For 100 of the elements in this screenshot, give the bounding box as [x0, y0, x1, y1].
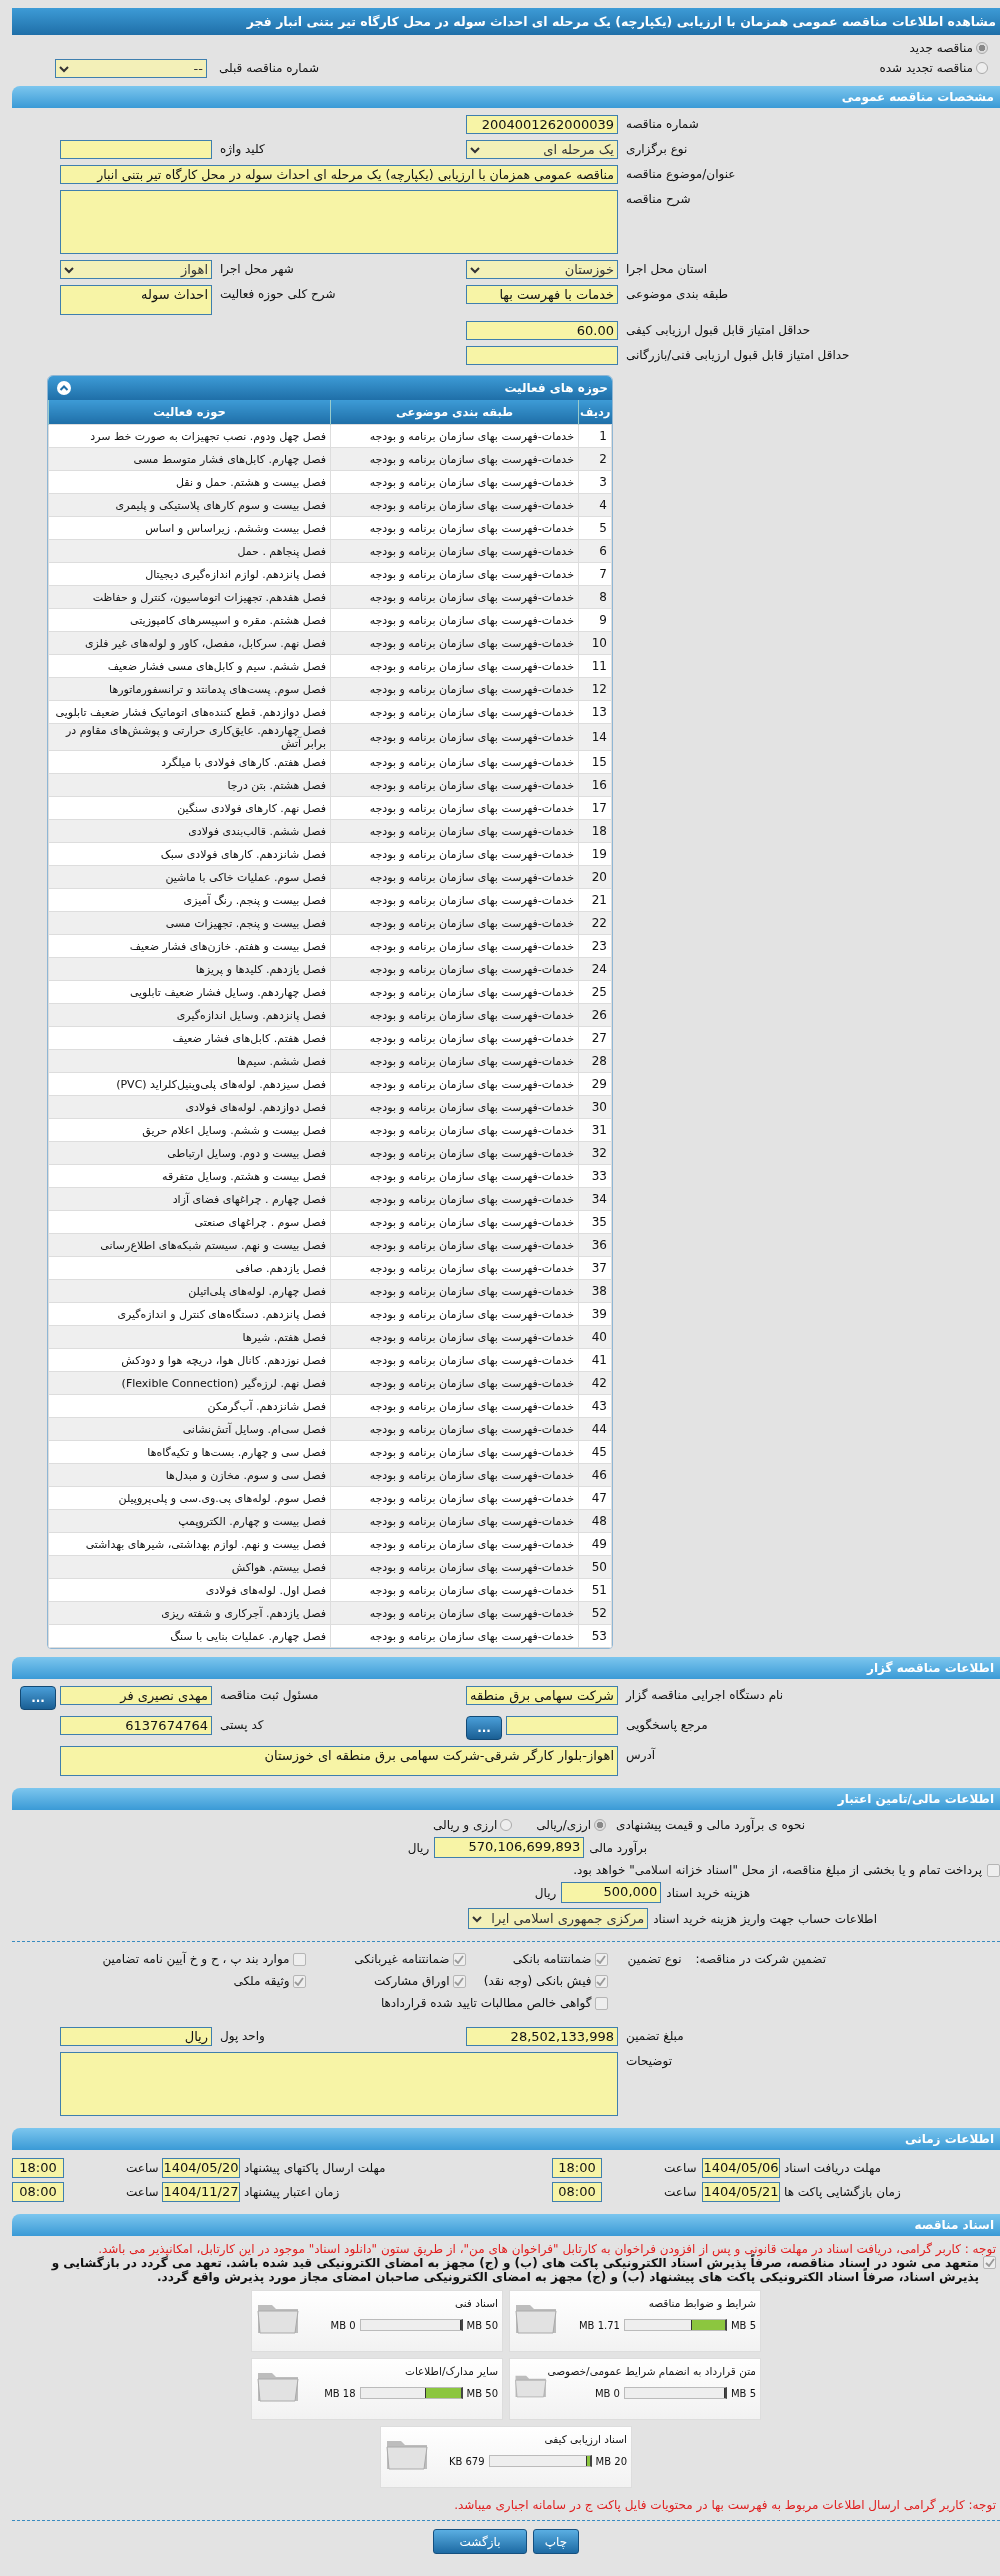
table-cell: 16 [578, 773, 612, 797]
table-cell: فصل چهل ودوم. نصب تجهیزات به صورت خط سرد [48, 424, 331, 448]
text-field[interactable]: 500,000 [561, 1882, 662, 1903]
checkbox[interactable] [983, 2256, 996, 2269]
checkbox[interactable] [987, 1863, 1000, 1877]
select-field[interactable]: مرکزی جمهوری اسلامی ایرا [468, 1908, 649, 1929]
table-cell: 12 [578, 677, 612, 701]
table-cell: 43 [578, 1394, 612, 1418]
radio-button[interactable] [976, 62, 988, 74]
text-area[interactable] [60, 190, 618, 254]
more-button[interactable]: ... [466, 1716, 502, 1740]
table-cell: 38 [578, 1279, 612, 1303]
text-field[interactable]: مهدی نصیری فر [60, 1686, 212, 1705]
checkbox-label: ضمانتنامه بانکی [512, 1952, 592, 1966]
table-cell: 13 [578, 700, 612, 724]
size-used: 1.71 MB [579, 2319, 620, 2331]
field-label: مسئول ثبت مناقصه [219, 1687, 320, 1704]
date-field[interactable]: 1404/05/06 [702, 2158, 780, 2178]
table-cell: خدمات-فهرست بهای سازمان برنامه و بودجه [330, 865, 579, 889]
table-cell: 33 [578, 1164, 612, 1188]
table-cell: فصل بیست و هشتم. وسایل متفرقه [48, 1164, 331, 1188]
text-area[interactable] [60, 2052, 618, 2116]
table-cell: 39 [578, 1302, 612, 1326]
text-field[interactable]: خدمات با فهرست بها [466, 285, 618, 304]
table-cell: فصل سوم . چراغهای صنعتی [48, 1210, 331, 1234]
text-field[interactable]: 6137674764 [60, 1716, 212, 1735]
table-cell: فصل اول. لوله‌های فولادی [48, 1578, 331, 1602]
select-field[interactable]: -- [55, 59, 207, 78]
select-field[interactable]: یک مرحله ای [466, 140, 618, 159]
table-cell: 53 [578, 1624, 612, 1648]
table-cell: فصل بیست و نهم. لوازم بهداشتی، شیرهای بهداشتی [48, 1532, 331, 1556]
radio-button[interactable] [500, 1819, 513, 1831]
field-label: ساعت [663, 2159, 698, 2177]
table-cell: خدمات-فهرست بهای سازمان برنامه و بودجه [330, 562, 579, 586]
text-field[interactable]: 570,106,699,893 [434, 1837, 585, 1858]
date-field[interactable]: 1404/05/20 [162, 2158, 240, 2178]
time-field[interactable]: 18:00 [12, 2158, 64, 2178]
radio-button[interactable] [976, 42, 988, 54]
text-field[interactable]: مناقصه عمومی همزمان با ارزیابی (یکپارچه) یک مرحله ای احداث سوله در محل کارگاه تیر بتنی انبار [60, 165, 618, 184]
time-field[interactable]: 08:00 [12, 2182, 64, 2202]
table-cell: فصل چهارم. عملیات بنایی با سنگ [48, 1624, 331, 1648]
select-field[interactable]: خوزستان [466, 260, 618, 279]
table-cell: 40 [578, 1325, 612, 1349]
text-field[interactable] [60, 140, 212, 159]
select-field[interactable]: اهواز [60, 260, 212, 279]
table-cell: خدمات-فهرست بهای سازمان برنامه و بودجه [330, 1555, 579, 1579]
table-cell: خدمات-فهرست بهای سازمان برنامه و بودجه [330, 1463, 579, 1487]
table-cell: خدمات-فهرست بهای سازمان برنامه و بودجه [330, 1348, 579, 1372]
checkbox[interactable] [594, 1974, 608, 1988]
table-cell: فصل پانزدهم. لوازم اندازه‌گیری دیجیتال [48, 562, 331, 586]
size-used: 18 MB [324, 2387, 356, 2399]
field-label: شهر محل اجرا [219, 261, 295, 279]
table-cell: خدمات-فهرست بهای سازمان برنامه و بودجه [330, 1394, 579, 1418]
checkbox[interactable] [594, 1952, 608, 1966]
checkbox[interactable] [292, 1952, 306, 1966]
table-cell: 37 [578, 1256, 612, 1280]
table-cell: خدمات-فهرست بهای سازمان برنامه و بودجه [330, 1233, 579, 1257]
text-field[interactable]: 60.00 [466, 321, 618, 340]
text-field[interactable] [506, 1716, 618, 1735]
text-area[interactable]: اهواز-بلوار کارگر شرقی-شرکت سهامی برق منطقه ای خوزستان [60, 1746, 618, 1776]
table-cell: 14 [578, 723, 612, 751]
time-field[interactable]: 08:00 [552, 2182, 602, 2202]
text-field[interactable] [466, 346, 618, 365]
table-cell: فصل چهارم. کابل‌های فشار متوسط مسی [48, 447, 331, 471]
checkbox[interactable] [594, 1996, 608, 2010]
radio-button[interactable] [594, 1819, 607, 1831]
table-cell: فصل پانزدهم. دستگاه‌های کنترل و اندازه‌گیری [48, 1302, 331, 1326]
text-field[interactable]: 28,502,133,998 [466, 2027, 618, 2046]
table-cell: 48 [578, 1509, 612, 1533]
table-cell: 42 [578, 1371, 612, 1395]
table-cell: فصل نوزدهم. کانال هوا، دریچه هوا و دودکش [48, 1348, 331, 1372]
date-field[interactable]: 1404/05/21 [702, 2182, 780, 2202]
table-cell: 3 [578, 470, 612, 494]
field-label: نوع برگزاری [625, 141, 689, 159]
table-cell: 19 [578, 842, 612, 866]
text-field[interactable]: 2004001262000039 [466, 115, 618, 134]
field-label: شرح کلی حوزه فعالیت [219, 286, 337, 303]
notice-text: توجه: کاربر گرامی ارسال اطلاعات مربوط به فهرست بها در محتویات فایل پاکت ج در سامانه اجباری میباشد. [453, 2497, 997, 2512]
text-field[interactable]: شرکت سهامی برق منطقه [466, 1686, 618, 1705]
more-button[interactable]: ... [20, 1686, 56, 1710]
checkbox[interactable] [452, 1974, 466, 1988]
table-cell: خدمات-فهرست بهای سازمان برنامه و بودجه [330, 1210, 579, 1234]
text-area[interactable]: احداث سوله [60, 285, 212, 315]
checkbox-label: پرداخت تمام و یا بخشی از مبلغ مناقصه، از محل "اسناد خزانه اسلامی" خواهد بود. [573, 1863, 982, 1877]
table-cell: 41 [578, 1348, 612, 1372]
checkbox[interactable] [292, 1974, 306, 1988]
text-field[interactable]: ریال [60, 2027, 212, 2046]
collapse-icon[interactable] [56, 380, 72, 396]
action-button[interactable]: بازگشت [433, 2529, 527, 2554]
table-cell: 27 [578, 1026, 612, 1050]
checkbox[interactable] [452, 1952, 466, 1966]
date-field[interactable]: 1404/11/27 [162, 2182, 240, 2202]
notice-text: توجه : کاربر گرامی، دریافت اسناد در مهلت قانونی و پس از افزودن فراخوان به کارتابل "فراخوان های من"، از طریق ستون "دانلود اسناد" موجود در این کارتابل، امکانپذیر می باشد. [98, 2241, 997, 2256]
time-field[interactable]: 18:00 [552, 2158, 602, 2178]
checkbox-label: وثیقه ملکی [233, 1974, 290, 1988]
table-cell: خدمات-فهرست بهای سازمان برنامه و بودجه [330, 1440, 579, 1464]
table-cell: فصل یازدهم. صافی [48, 1256, 331, 1280]
field-label: مهلت دریافت اسناد [783, 2159, 882, 2177]
table-cell: 21 [578, 888, 612, 912]
action-button[interactable]: چاپ [533, 2529, 579, 2554]
